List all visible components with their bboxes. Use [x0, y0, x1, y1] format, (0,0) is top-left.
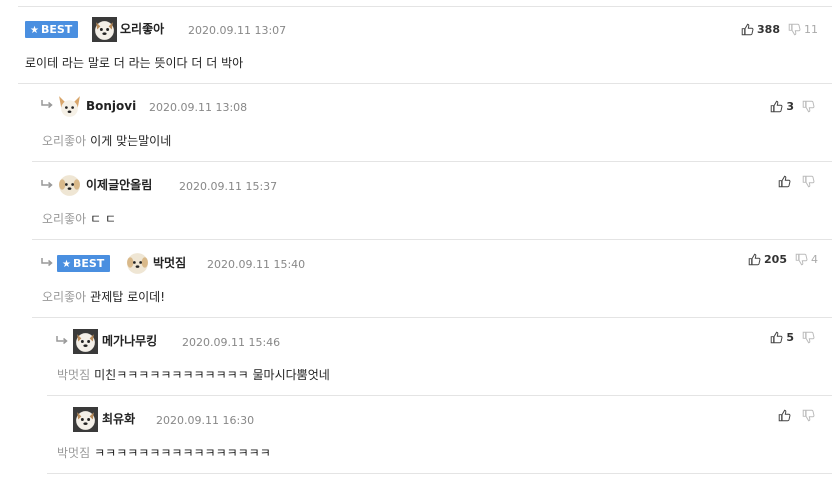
vote-box: 205 4: [748, 251, 818, 267]
thumbs-down-icon[interactable]: [802, 100, 815, 113]
upvote-count: 388: [757, 22, 780, 36]
reply-mention[interactable]: 박멋짐: [57, 446, 90, 460]
reply-mention[interactable]: 오리좋아: [42, 290, 86, 304]
comment-author[interactable]: 최유화: [102, 411, 135, 428]
thumbs-up-icon[interactable]: [770, 331, 783, 344]
thumbs-down-icon[interactable]: [802, 409, 815, 422]
reply-mention[interactable]: 오리좋아: [42, 134, 86, 148]
vote-box: 3: [770, 98, 818, 114]
comment-text: ㅋㅋㅋㅋㅋㅋㅋㅋㅋㅋㅋㅋㅋㅋㅋㅋ: [94, 446, 271, 460]
comment-date: 2020.09.11 16:30: [156, 414, 255, 427]
comment-body: 오리좋아 이게 맞는말이네: [42, 133, 171, 149]
dog-avatar-icon[interactable]: [73, 329, 98, 354]
comment-date: 2020.09.11 15:40: [207, 258, 306, 271]
comment-author[interactable]: 박멋짐: [153, 255, 186, 272]
comment-body: 오리좋아 ㄷ ㄷ: [42, 211, 116, 227]
thumbs-down-icon[interactable]: [802, 175, 815, 188]
comment-item: Bonjovi 2020.09.11 13:08 3 오리좋아 이게 맞는말이네: [32, 84, 832, 162]
comment-item: ★ BEST 박멋짐 2020.09.11 15:40 205 4 오리좋아 관제탑…: [32, 240, 832, 318]
thumbs-down-icon[interactable]: [788, 23, 801, 36]
vote-box: 5: [770, 329, 818, 345]
thumbs-up-icon[interactable]: [741, 23, 754, 36]
comment-date: 2020.09.11 13:08: [149, 101, 248, 114]
downvote-count: 4: [811, 252, 818, 266]
upvote-count: 3: [786, 99, 794, 113]
comment-text: ㄷ ㄷ: [90, 212, 117, 226]
reply-arrow-icon: [41, 180, 53, 189]
comment-item: 최유화 2020.09.11 16:30 박멋짐 ㅋㅋㅋㅋㅋㅋㅋㅋㅋㅋㅋㅋㅋㅋㅋㅋ: [47, 396, 832, 474]
star-icon: ★: [30, 25, 39, 36]
comment-text: 이게 맞는말이네: [90, 134, 172, 148]
comment-item: 이제글안올림 2020.09.11 15:37 오리좋아 ㄷ ㄷ: [32, 162, 832, 240]
thumbs-down-icon[interactable]: [802, 331, 815, 344]
reply-arrow-icon: [41, 100, 53, 109]
star-icon: ★: [62, 259, 71, 270]
comment-date: 2020.09.11 13:07: [188, 24, 287, 37]
dog-avatar-icon[interactable]: [57, 94, 82, 119]
upvote-count: 205: [764, 252, 787, 266]
reply-mention[interactable]: 오리좋아: [42, 212, 86, 226]
comment-item: ★ BEST 오리좋아 2020.09.11 13:07 388 11 로이테 라: [18, 6, 832, 84]
best-badge: ★ BEST: [57, 255, 111, 272]
upvote-count: 5: [786, 330, 794, 344]
dog-avatar-icon[interactable]: [57, 173, 82, 198]
thumbs-down-icon[interactable]: [795, 253, 808, 266]
thumbs-up-icon[interactable]: [770, 100, 783, 113]
comment-text: 로이테 라는 말로 더 라는 뜻이다 더 더 박아: [25, 56, 244, 70]
comment-item: 메가나무킹 2020.09.11 15:46 5 박멋짐 미친ㅋㅋㅋㅋㅋㅋㅋㅋㅋㅋ…: [47, 318, 832, 396]
comment-body: 박멋짐 미친ㅋㅋㅋㅋㅋㅋㅋㅋㅋㅋㅋㅋ 물마시다뿜엇네: [57, 367, 330, 383]
vote-box: [778, 173, 818, 189]
reply-arrow-icon: [41, 258, 53, 267]
comment-date: 2020.09.11 15:37: [179, 180, 278, 193]
comment-text: 미친ㅋㅋㅋㅋㅋㅋㅋㅋㅋㅋㅋㅋ 물마시다뿜엇네: [94, 368, 330, 382]
comment-body: 박멋짐 ㅋㅋㅋㅋㅋㅋㅋㅋㅋㅋㅋㅋㅋㅋㅋㅋ: [57, 445, 271, 461]
comment-body: 오리좋아 관제탑 로이데!: [42, 289, 165, 305]
comment-body: 로이테 라는 말로 더 라는 뜻이다 더 더 박아: [25, 55, 243, 71]
comment-text: 관제탑 로이데!: [90, 290, 166, 304]
dog-avatar-icon[interactable]: [125, 251, 150, 276]
comment-author[interactable]: 오리좋아: [120, 21, 164, 38]
vote-box: [778, 407, 818, 423]
reply-mention[interactable]: 박멋짐: [57, 368, 90, 382]
comment-author[interactable]: 메가나무킹: [102, 333, 157, 350]
comment-date: 2020.09.11 15:46: [182, 336, 281, 349]
thumbs-up-icon[interactable]: [778, 175, 791, 188]
comment-author[interactable]: Bonjovi: [86, 98, 136, 115]
best-badge: ★ BEST: [25, 21, 79, 38]
dog-avatar-icon[interactable]: [92, 17, 117, 42]
comment-author[interactable]: 이제글안올림: [86, 177, 152, 194]
vote-box: 388 11: [741, 21, 818, 37]
reply-arrow-icon: [56, 336, 68, 345]
downvote-count: 11: [804, 22, 818, 36]
dog-avatar-icon[interactable]: [73, 407, 98, 432]
thumbs-up-icon[interactable]: [748, 253, 761, 266]
thumbs-up-icon[interactable]: [778, 409, 791, 422]
